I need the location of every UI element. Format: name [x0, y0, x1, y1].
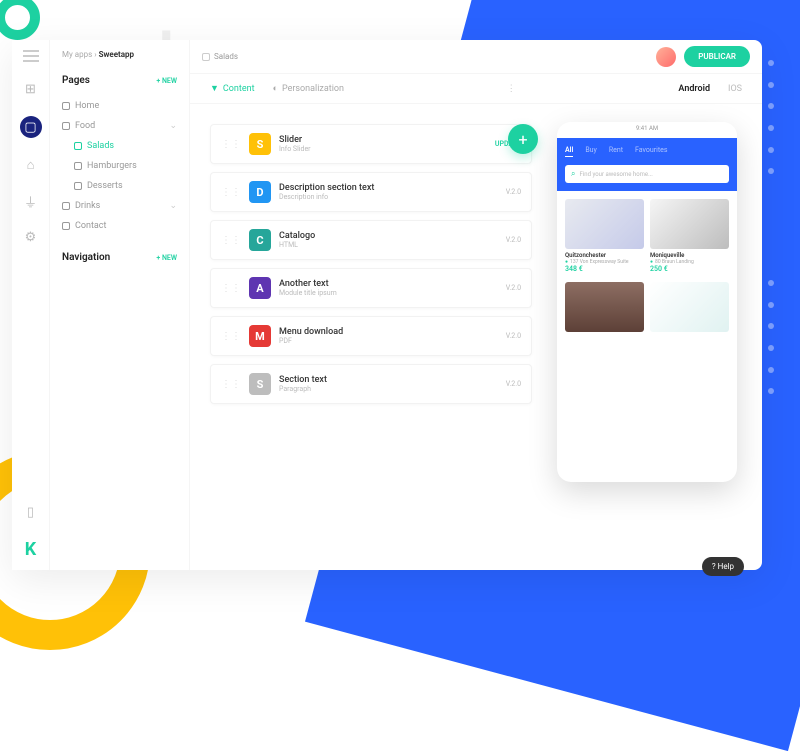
help-button[interactable]: ? Help [702, 557, 744, 576]
module-card[interactable]: ⋮⋮ A Another textModule title ipsum V.2.0 [210, 268, 532, 308]
module-card[interactable]: ⋮⋮SSliderInfo SliderUPDATE [210, 124, 532, 164]
navigation-heading: Navigation [62, 252, 110, 263]
sidebar-item-hamburgers[interactable]: Hamburgers [74, 156, 177, 176]
drag-icon[interactable]: ⋮⋮ [221, 283, 241, 294]
listing-card[interactable] [650, 282, 729, 332]
tab-android[interactable]: Android [678, 84, 710, 94]
search-icon: ⌕ [571, 169, 575, 179]
module-subtitle: PDF [279, 337, 498, 345]
module-badge: S [249, 373, 271, 395]
app-icon[interactable]: ▢ [20, 116, 42, 138]
phone-search-input[interactable]: ⌕Find your awesome home... [565, 165, 729, 183]
module-title: Description section text [279, 183, 498, 193]
plug-icon[interactable]: ⏚ [22, 192, 40, 210]
module-title: Menu download [279, 327, 498, 337]
add-module-button[interactable]: + [508, 124, 538, 154]
new-nav-button[interactable]: + NEW [156, 254, 177, 262]
module-subtitle: Info Slider [279, 145, 487, 153]
book-icon[interactable]: ▯ [22, 503, 40, 521]
module-card[interactable]: ⋮⋮ S Section textParagraph V.2.0 [210, 364, 532, 404]
drag-icon[interactable]: ⋮⋮ [221, 379, 241, 390]
sidebar-item-drinks[interactable]: Drinks⌄ [62, 196, 177, 216]
sidebar-item-home[interactable]: Home [62, 96, 177, 116]
avatar[interactable] [656, 47, 676, 67]
menu-icon[interactable] [23, 50, 39, 62]
module-title: Slider [279, 135, 487, 145]
icon-rail: ⊞ ▢ ⌂ ⏚ ⚙ ▯ K [12, 40, 50, 570]
page-title: Salads [202, 52, 238, 61]
dashboard-icon[interactable]: ⊞ [22, 80, 40, 98]
module-title: Catalogo [279, 231, 498, 241]
sidebar-item-salads[interactable]: Salads [74, 136, 177, 156]
drag-icon[interactable]: ⋮⋮ [221, 331, 241, 342]
module-subtitle: Paragraph [279, 385, 498, 393]
listing-card[interactable]: Quitzonchester●137 Von Expressway Suite3… [565, 199, 644, 276]
phone-tab-buy[interactable]: Buy [585, 146, 597, 157]
phone-tab-rent[interactable]: Rent [609, 146, 623, 157]
module-badge: C [249, 229, 271, 251]
module-subtitle: Module title ipsum [279, 289, 498, 297]
tab-content[interactable]: ▼Content [210, 83, 255, 94]
phone-tab-fav[interactable]: Favourites [635, 146, 667, 157]
drag-icon[interactable]: ⋮⋮ [221, 235, 241, 246]
chevron-down-icon: ⌄ [169, 121, 177, 131]
listing-card[interactable]: Moniqueville●80 Braun Landing250 € [650, 199, 729, 276]
module-badge: M [249, 325, 271, 347]
module-badge: S [249, 133, 271, 155]
module-title: Another text [279, 279, 498, 289]
chevron-down-icon: ⌄ [169, 201, 177, 211]
module-version: V.2.0 [506, 188, 521, 196]
brand-logo: K [25, 539, 36, 560]
module-subtitle: Description info [279, 193, 498, 201]
listing-card[interactable] [565, 282, 644, 332]
module-version: V.2.0 [506, 284, 521, 292]
drag-icon[interactable]: ⋮⋮ [221, 187, 241, 198]
sidebar-item-food[interactable]: Food⌄ [62, 116, 177, 136]
shop-icon[interactable]: ⌂ [22, 156, 40, 174]
settings-icon[interactable]: ⚙ [22, 228, 40, 246]
drop-icon: ◐ [273, 83, 278, 94]
module-badge: D [249, 181, 271, 203]
module-card[interactable]: ⋮⋮ D Description section textDescription i… [210, 172, 532, 212]
tab-personalization[interactable]: ◐Personalization [273, 83, 345, 94]
breadcrumb[interactable]: My apps › Sweetapp [62, 50, 177, 59]
phone-tab-all[interactable]: All [565, 146, 573, 157]
pages-heading: Pages [62, 75, 90, 86]
module-title: Section text [279, 375, 498, 385]
filter-icon: ▼ [210, 83, 219, 94]
module-list: + ⋮⋮SSliderInfo SliderUPDATE⋮⋮DDescripti… [190, 104, 552, 570]
module-card[interactable]: ⋮⋮ C CatalogoHTML V.2.0 [210, 220, 532, 260]
sidebar-item-contact[interactable]: Contact [62, 216, 177, 236]
sidebar-item-desserts[interactable]: Desserts [74, 176, 177, 196]
module-version: V.2.0 [506, 236, 521, 244]
sidebar: My apps › Sweetapp Pages + NEW Home Food… [50, 40, 190, 570]
module-subtitle: HTML [279, 241, 498, 249]
tab-ios[interactable]: IOS [728, 84, 742, 94]
publish-button[interactable]: PUBLICAR [684, 46, 750, 67]
new-page-button[interactable]: + NEW [156, 77, 177, 85]
device-preview: All Buy Rent Favourites ⌕Find your aweso… [552, 104, 762, 570]
module-version: V.2.0 [506, 380, 521, 388]
drag-icon[interactable]: ⋮⋮ [221, 139, 241, 150]
more-icon[interactable]: ⋮ [507, 84, 516, 94]
module-badge: A [249, 277, 271, 299]
module-card[interactable]: ⋮⋮ M Menu downloadPDF V.2.0 [210, 316, 532, 356]
module-version: V.2.0 [506, 332, 521, 340]
